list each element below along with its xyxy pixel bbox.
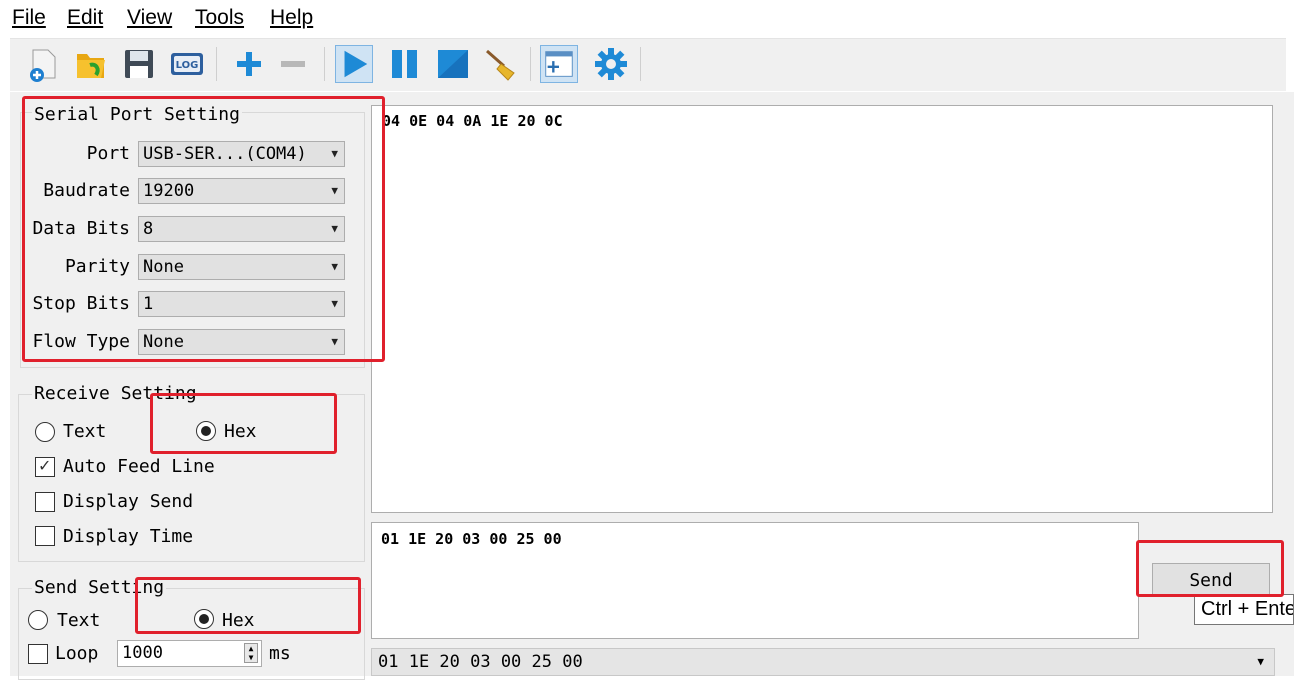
display-time-checkbox[interactable]	[35, 526, 55, 546]
auto-feed-line-checkbox[interactable]	[35, 456, 55, 477]
menu-tools[interactable]: Tools	[195, 6, 244, 30]
menu-file[interactable]: File	[12, 6, 46, 30]
log-icon[interactable]: LOG	[168, 45, 206, 83]
open-folder-icon[interactable]	[72, 45, 110, 83]
send-data-text: 01 1E 20 03 00 25 00	[381, 530, 562, 548]
new-window-icon[interactable]	[540, 45, 578, 83]
serial-port-highlight-box	[22, 96, 385, 362]
auto-feed-line-label: Auto Feed Line	[63, 456, 215, 477]
log-icon-label: LOG	[176, 60, 199, 71]
new-file-icon[interactable]	[24, 45, 62, 83]
settings-gear-icon[interactable]	[592, 45, 630, 83]
menu-edit-label: Edit	[67, 6, 104, 29]
menu-file-label: File	[12, 6, 46, 29]
clear-broom-icon[interactable]	[482, 45, 520, 83]
toolbar-separator	[324, 47, 325, 81]
send-button-highlight-box	[1136, 540, 1284, 597]
play-icon[interactable]	[335, 45, 373, 83]
send-text-radio[interactable]	[28, 610, 48, 630]
pause-icon[interactable]	[386, 45, 424, 83]
menu-view[interactable]: View	[127, 6, 172, 30]
receive-text-radio[interactable]	[35, 422, 55, 442]
loop-label: Loop	[55, 643, 99, 664]
add-icon[interactable]	[230, 45, 268, 83]
stop-icon[interactable]	[434, 45, 472, 83]
send-input[interactable]: 01 1E 20 03 00 25 00	[371, 522, 1139, 639]
toolbar-separator	[530, 47, 531, 81]
loop-checkbox[interactable]	[28, 644, 48, 664]
menu-help[interactable]: Help	[270, 6, 313, 30]
save-icon[interactable]	[120, 45, 158, 83]
send-history-value: 01 1E 20 03 00 25 00	[378, 652, 583, 672]
receive-text-label: Text	[63, 421, 107, 442]
send-history-select[interactable]: 01 1E 20 03 00 25 00 ▼	[371, 648, 1275, 676]
spin-arrows-icon[interactable]: ▲ ▼	[244, 643, 258, 663]
display-send-checkbox[interactable]	[35, 492, 55, 512]
receive-hex-highlight-box	[150, 393, 337, 454]
send-shortcut-tooltip: Ctrl + Enter	[1194, 594, 1294, 625]
receive-display[interactable]: 04 0E 04 0A 1E 20 0C	[371, 105, 1273, 513]
menu-view-label: View	[127, 6, 173, 29]
remove-icon[interactable]	[274, 45, 312, 83]
toolbar-separator	[640, 47, 641, 81]
receive-data-text: 04 0E 04 0A 1E 20 0C	[382, 112, 563, 130]
display-time-label: Display Time	[63, 526, 194, 547]
toolbar-separator	[216, 47, 217, 81]
loop-unit-label: ms	[269, 643, 291, 664]
display-send-label: Display Send	[63, 491, 194, 512]
toolbar: LOG	[10, 38, 1286, 91]
menu-bar: File Edit View Tools Help	[0, 0, 1294, 38]
send-hex-highlight-box	[135, 577, 361, 634]
loop-interval-value: 1000	[122, 643, 163, 663]
loop-interval-spinbox[interactable]: 1000 ▲ ▼	[117, 640, 262, 667]
menu-tools-label: Tools	[195, 6, 245, 29]
chevron-down-icon: ▼	[1257, 655, 1264, 668]
menu-edit[interactable]: Edit	[67, 6, 103, 30]
menu-help-label: Help	[270, 6, 314, 29]
send-text-label: Text	[57, 610, 101, 631]
